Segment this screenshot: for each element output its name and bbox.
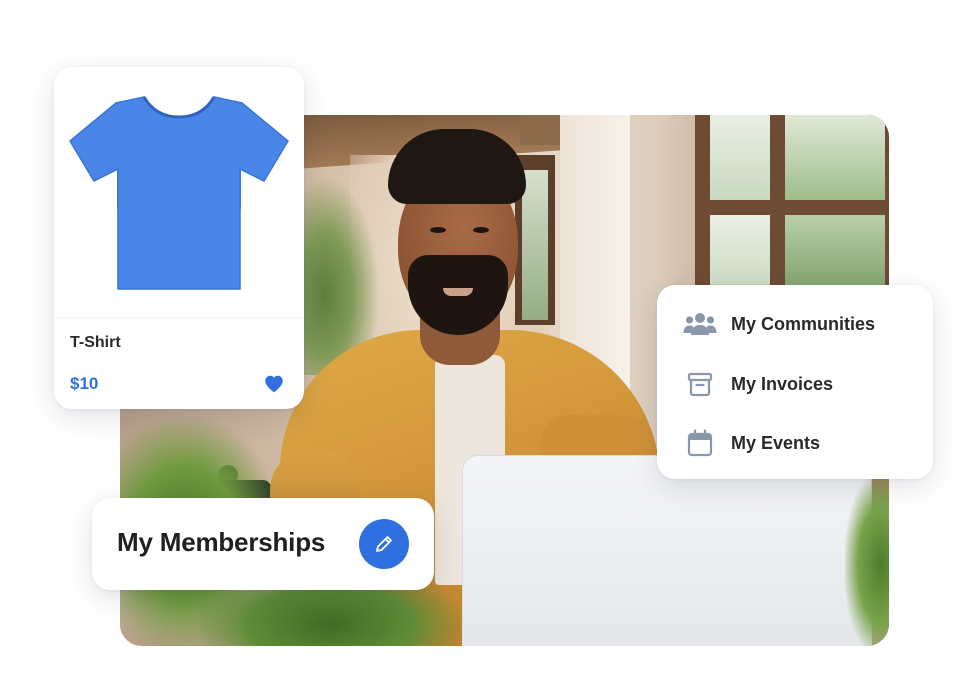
community-icon — [683, 307, 717, 341]
product-price: $10 — [70, 374, 99, 393]
heart-icon[interactable] — [263, 373, 285, 395]
person-eye — [430, 227, 446, 233]
pencil-icon — [376, 536, 392, 552]
tshirt-image — [69, 96, 289, 290]
foreground-plant — [845, 475, 889, 646]
menu-item-my-communities[interactable]: My Communities — [683, 307, 875, 341]
edit-button[interactable] — [359, 519, 409, 569]
menu-item-label: My Events — [731, 432, 821, 453]
laptop — [462, 455, 872, 646]
product-card[interactable]: T-Shirt $10 — [54, 67, 304, 409]
menu-item-label: My Invoices — [731, 373, 834, 394]
calendar-icon — [683, 426, 717, 460]
memberships-card[interactable]: My Memberships — [92, 498, 434, 590]
menu-item-my-events[interactable]: My Events — [683, 426, 820, 460]
menu-item-my-invoices[interactable]: My Invoices — [683, 367, 833, 401]
window-pane-left — [522, 170, 548, 320]
window-pane — [710, 215, 770, 295]
product-name: T-Shirt — [70, 334, 121, 351]
archive-box-icon — [683, 367, 717, 401]
memberships-title: My Memberships — [117, 527, 326, 557]
person-eye — [473, 227, 489, 233]
person-smile — [443, 288, 473, 296]
window-pane — [785, 115, 885, 200]
window-pane — [785, 215, 885, 295]
menu-item-label: My Communities — [731, 313, 876, 334]
account-menu: My Communities My Invoices My Events — [657, 285, 933, 479]
product-info: T-Shirt $10 — [54, 317, 304, 409]
window-pane — [710, 115, 770, 200]
product-image[interactable] — [54, 67, 304, 317]
